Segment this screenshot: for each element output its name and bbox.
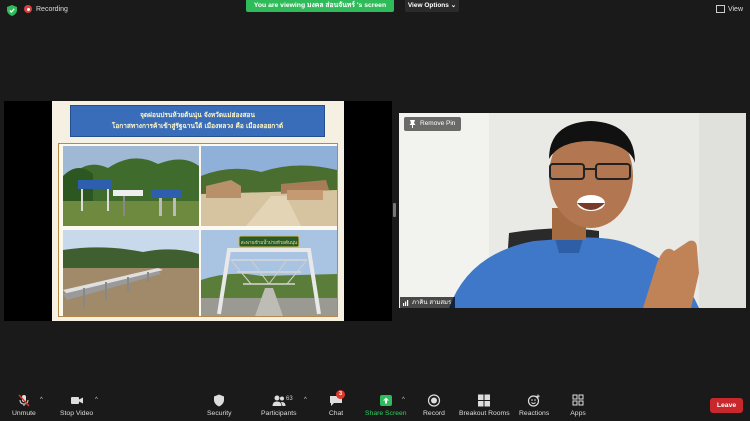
photo-road-signs: [63, 146, 199, 226]
participant-video[interactable]: [399, 113, 746, 308]
participant-video-feed: [399, 113, 746, 308]
security-button[interactable]: Security: [207, 393, 232, 417]
record-button[interactable]: Record: [423, 393, 445, 417]
resize-handle[interactable]: [393, 203, 396, 217]
top-bar: Recording You are viewing มงคล ส่อนจันทร…: [0, 0, 750, 22]
participants-label: Participants: [261, 410, 297, 417]
participant-name-label: ภาคิน สามสมร: [400, 297, 456, 308]
view-options-button[interactable]: View Options ⌄: [405, 0, 459, 12]
meeting-toolbar: Unmute ^ Stop Video ^ Security Participa…: [0, 389, 750, 421]
bridge-sign-text: สะพานข้ามน้ำปายห้วยต้นนุ่น: [241, 239, 297, 246]
security-label: Security: [207, 410, 232, 417]
participants-count: 63: [286, 396, 293, 402]
chat-icon: 3: [328, 390, 345, 407]
breakout-rooms-icon: [476, 393, 492, 407]
photo-collage: สะพานข้ามน้ำปายห้วยต้นนุ่น: [58, 143, 338, 317]
microphone-muted-icon: [16, 393, 32, 407]
pin-icon: [409, 120, 416, 128]
unmute-label: Unmute: [12, 410, 36, 417]
smiley-plus-icon: [526, 393, 542, 407]
apps-icon: [570, 393, 586, 407]
share-screen-label: Share Screen: [365, 410, 407, 417]
recording-label: Recording: [36, 5, 68, 13]
security-shield-icon: [211, 393, 227, 407]
view-button[interactable]: View: [715, 5, 743, 13]
share-screen-button[interactable]: Share Screen: [365, 393, 407, 417]
apps-label: Apps: [570, 410, 586, 417]
view-label: View: [727, 5, 743, 13]
apps-button[interactable]: Apps: [570, 393, 586, 417]
participants-icon: [271, 393, 287, 407]
reactions-button[interactable]: Reactions: [519, 393, 549, 417]
share-screen-icon: [378, 393, 394, 407]
recording-indicator[interactable]: Recording: [24, 5, 68, 13]
chevron-down-icon: ⌄: [450, 2, 457, 9]
leave-button[interactable]: Leave: [710, 398, 743, 413]
slide-title-line-2: โอกาสทางการค้าเข้าสู่รัฐฉานใต้ เมืองหลวง…: [111, 122, 284, 130]
participant-name: ภาคิน สามสมร: [412, 299, 452, 306]
breakout-rooms-label: Breakout Rooms: [459, 410, 510, 417]
viewing-banner: You are viewing มงคล ส่อนจันทร์ 's scree…: [246, 0, 394, 12]
share-options-chevron-icon[interactable]: ^: [402, 397, 405, 403]
grid-view-icon: [715, 5, 725, 13]
chat-button[interactable]: 3 Chat: [328, 390, 345, 417]
record-icon: [426, 393, 442, 407]
stop-video-button[interactable]: Stop Video: [60, 393, 93, 417]
reactions-label: Reactions: [519, 410, 550, 417]
chat-badge: 3: [336, 390, 345, 399]
recording-dot-icon: [24, 5, 32, 13]
stop-video-label: Stop Video: [60, 410, 94, 417]
view-options-label: View Options: [407, 2, 449, 9]
participants-options-chevron-icon[interactable]: ^: [304, 397, 307, 403]
video-options-chevron-icon[interactable]: ^: [95, 397, 98, 403]
presentation-slide: จุดผ่อนปรนห้วยต้นนุ่น จังหวัดแม่ฮ่องสอน …: [52, 101, 344, 321]
remove-pin-button[interactable]: Remove Pin: [404, 117, 462, 131]
meeting-window: Recording You are viewing มงคล ส่อนจันทร…: [0, 0, 750, 421]
video-camera-icon: [69, 393, 85, 407]
shield-check-icon[interactable]: [7, 5, 17, 16]
photo-checkpoint: [201, 146, 337, 226]
breakout-rooms-button[interactable]: Breakout Rooms: [459, 393, 510, 417]
photo-long-bridge: [63, 230, 199, 316]
slide-title-line-1: จุดผ่อนปรนห้วยต้นนุ่น จังหวัดแม่ฮ่องสอน: [140, 111, 255, 119]
remove-pin-label: Remove Pin: [420, 120, 456, 127]
photo-truss-bridge: สะพานข้ามน้ำปายห้วยต้นนุ่น: [201, 230, 337, 316]
record-label: Record: [423, 410, 445, 417]
slide-title: จุดผ่อนปรนห้วยต้นนุ่น จังหวัดแม่ฮ่องสอน …: [70, 105, 325, 137]
shared-screen[interactable]: จุดผ่อนปรนห้วยต้นนุ่น จังหวัดแม่ฮ่องสอน …: [4, 101, 392, 321]
unmute-button[interactable]: Unmute: [12, 393, 36, 417]
audio-bars-icon: [403, 300, 409, 306]
audio-options-chevron-icon[interactable]: ^: [40, 397, 43, 403]
chat-label: Chat: [328, 410, 344, 417]
